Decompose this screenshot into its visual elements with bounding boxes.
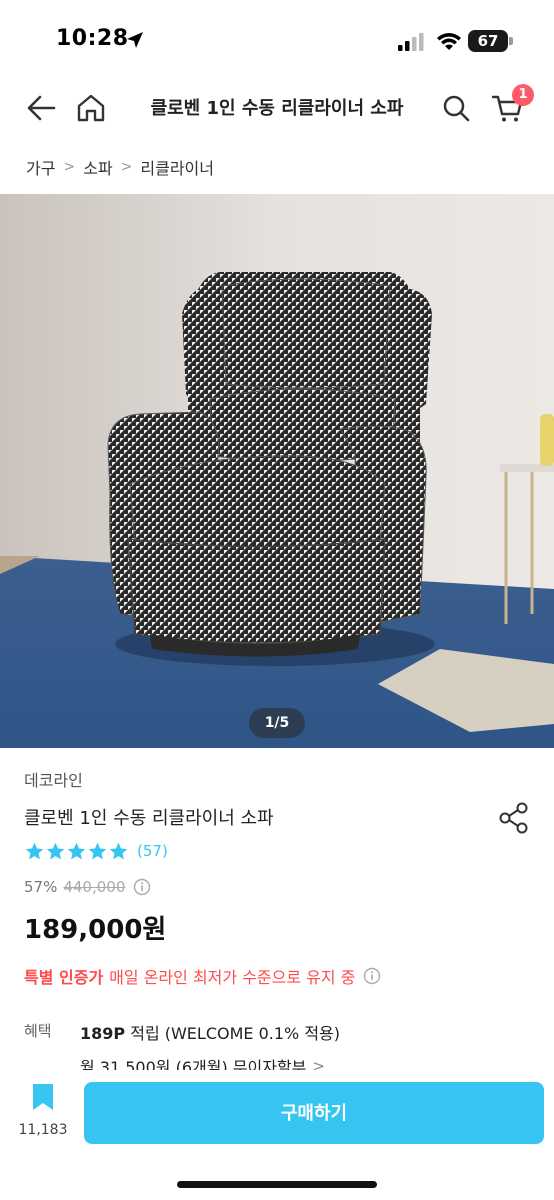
product-name: 클로벤 1인 수동 리클라이너 소파 [24, 808, 274, 829]
page-title: 클로벤 1인 수동 리클라이너 소파 [150, 98, 404, 119]
home-icon[interactable] [73, 90, 109, 126]
location-arrow-icon [127, 32, 143, 48]
star-icon [46, 842, 65, 859]
battery-indicator: 67 [468, 28, 514, 54]
points-benefit: 189P 적립 (WELCOME 0.1% 적용) [80, 1020, 340, 1044]
battery-level: 67 [468, 30, 508, 52]
buy-button[interactable]: 구매하기 [84, 1082, 544, 1144]
bookmark-count: 11,183 [18, 1122, 68, 1138]
rating[interactable]: (57) [24, 840, 168, 862]
benefit-label: 혜택 [24, 1022, 52, 1040]
status-bar: 10:28 67 [0, 0, 554, 84]
star-icon [25, 842, 44, 859]
bookmark-icon [33, 1084, 53, 1110]
review-count[interactable]: (57) [137, 842, 168, 860]
brand-name[interactable]: 데코라인 [24, 767, 83, 791]
star-icon [88, 842, 107, 859]
chevron-right-icon: > [63, 159, 76, 175]
star-icon [67, 842, 86, 859]
points-text: 적립 (WELCOME 0.1% 적용) [130, 1024, 341, 1043]
discount-row: 57% 440,000 [24, 876, 151, 898]
breadcrumb: 가구 > 소파 > 리클라이너 [26, 155, 214, 179]
search-icon[interactable] [438, 90, 474, 126]
status-time: 10:28 [56, 26, 129, 51]
cellular-signal-icon [398, 33, 424, 51]
breadcrumb-item-furniture[interactable]: 가구 [26, 155, 55, 179]
original-price: 440,000 [63, 878, 126, 896]
share-icon[interactable] [496, 800, 532, 836]
sale-price: 189,000원 [24, 915, 167, 945]
info-icon[interactable] [133, 878, 151, 896]
recliner-photo [0, 194, 554, 748]
battery-cap [509, 37, 513, 45]
chevron-right-icon: > [120, 159, 133, 175]
cart-count-badge: 1 [512, 84, 534, 106]
bookmark-button[interactable]: 11,183 [18, 1082, 68, 1142]
info-icon[interactable] [363, 967, 381, 985]
home-indicator [177, 1181, 377, 1188]
wifi-icon [437, 33, 461, 50]
gallery-page-indicator: 1/5 [249, 708, 305, 738]
product-image[interactable]: 1/5 [0, 194, 554, 748]
discount-rate: 57% [24, 878, 58, 896]
special-price-tag: 특별 인증가 [24, 968, 104, 987]
points-amount: 189P [80, 1024, 126, 1043]
special-price-notice: 특별 인증가 매일 온라인 최저가 수준으로 유지 중 [24, 963, 381, 989]
star-icon [109, 842, 128, 859]
special-price-text: 매일 온라인 최저가 수준으로 유지 중 [109, 968, 356, 987]
breadcrumb-item-sofa[interactable]: 소파 [83, 155, 112, 179]
back-arrow-icon[interactable] [24, 90, 60, 126]
breadcrumb-item-recliner[interactable]: 리클라이너 [140, 155, 214, 179]
top-nav: 클로벤 1인 수동 리클라이너 소파 [0, 84, 554, 132]
